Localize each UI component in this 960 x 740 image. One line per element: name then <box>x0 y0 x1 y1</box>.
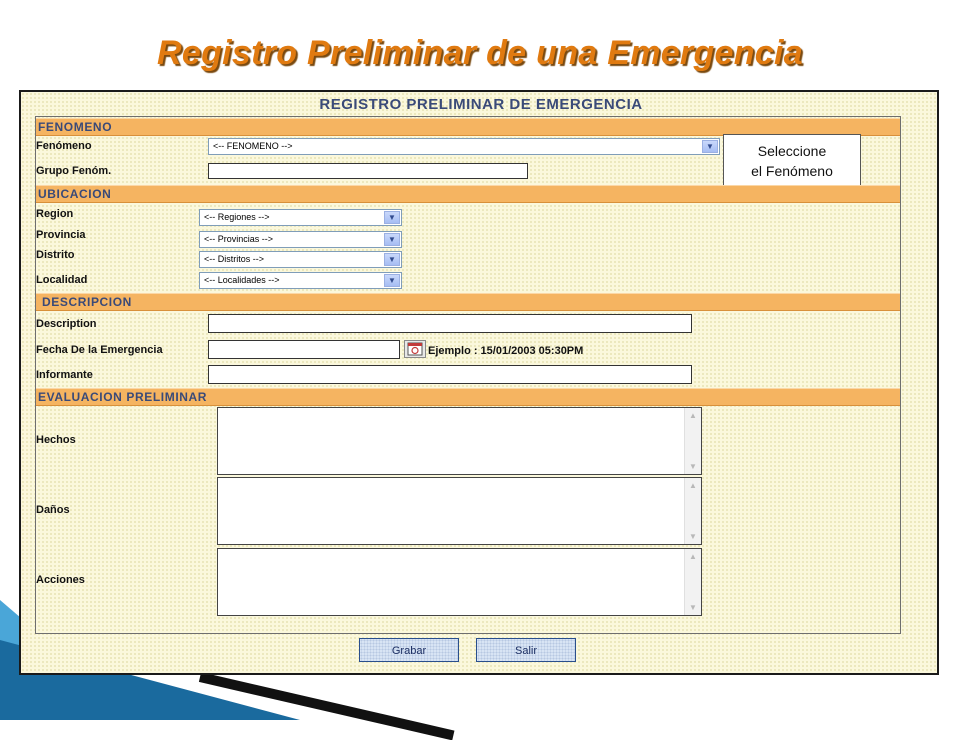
tooltip-line1: Seleccione <box>757 143 827 159</box>
description-field[interactable] <box>208 314 692 333</box>
slide-title: Registro Preliminar de una Emergencia <box>157 34 803 72</box>
tooltip-line2: el Fenómeno <box>751 163 833 179</box>
fecha-label: Fecha De la Emergencia <box>36 344 163 356</box>
tooltip: Seleccione el Fenómeno <box>723 134 861 186</box>
region-select-value: <-- Regiones --> <box>204 212 270 222</box>
salir-button[interactable]: Salir <box>476 638 576 662</box>
scroll-up-icon[interactable]: ▲ <box>686 409 700 422</box>
calendar-button[interactable] <box>404 340 426 358</box>
informante-field[interactable] <box>208 365 692 384</box>
region-select[interactable]: <-- Regiones --> ▼ <box>199 209 402 226</box>
scroll-down-icon[interactable]: ▼ <box>686 601 700 614</box>
region-label: Region <box>36 208 74 220</box>
chevron-down-icon[interactable]: ▼ <box>384 233 400 246</box>
chevron-down-icon[interactable]: ▼ <box>384 253 400 266</box>
scrollbar[interactable]: ▲ ▼ <box>684 549 701 615</box>
informante-label: Informante <box>36 369 93 381</box>
scroll-up-icon[interactable]: ▲ <box>686 479 700 492</box>
localidad-select-value: <-- Localidades --> <box>204 275 280 285</box>
acciones-label: Acciones <box>36 574 85 586</box>
scroll-down-icon[interactable]: ▼ <box>686 460 700 473</box>
provincia-select[interactable]: <-- Provincias --> ▼ <box>199 231 402 248</box>
chevron-down-icon[interactable]: ▼ <box>384 211 400 224</box>
danos-label: Daños <box>36 504 70 516</box>
localidad-label: Localidad <box>36 274 88 286</box>
fecha-example: Ejemplo : 15/01/2003 05:30PM <box>428 345 584 357</box>
distrito-select-value: <-- Distritos --> <box>204 254 265 264</box>
scrollbar[interactable]: ▲ ▼ <box>684 408 701 474</box>
fenomeno-select-value: <-- FENOMENO --> <box>213 141 293 151</box>
fecha-field[interactable] <box>208 340 400 359</box>
description-label: Description <box>36 318 97 330</box>
grabar-button[interactable]: Grabar <box>359 638 459 662</box>
scrollbar[interactable]: ▲ ▼ <box>684 478 701 544</box>
section-descripcion: DESCRIPCION <box>36 293 900 311</box>
chevron-down-icon[interactable]: ▼ <box>702 140 718 153</box>
section-ubicacion: UBICACION <box>36 185 900 203</box>
fenomeno-select[interactable]: <-- FENOMENO --> ▼ <box>208 138 720 155</box>
provincia-label: Provincia <box>36 229 86 241</box>
fenomeno-label: Fenómeno <box>36 140 92 152</box>
scroll-up-icon[interactable]: ▲ <box>686 550 700 563</box>
chevron-down-icon[interactable]: ▼ <box>384 274 400 287</box>
acciones-textarea[interactable]: ▲ ▼ <box>217 548 702 616</box>
calendar-icon <box>407 342 423 356</box>
scroll-down-icon[interactable]: ▼ <box>686 530 700 543</box>
section-evaluacion: EVALUACION PRELIMINAR <box>36 388 900 406</box>
hechos-label: Hechos <box>36 434 76 446</box>
distrito-label: Distrito <box>36 249 75 261</box>
grupo-label: Grupo Fenóm. <box>36 165 112 177</box>
form-heading: REGISTRO PRELIMINAR DE EMERGENCIA <box>319 96 643 113</box>
danos-textarea[interactable]: ▲ ▼ <box>217 477 702 545</box>
grupo-field[interactable] <box>208 163 528 179</box>
form-window: REGISTRO PRELIMINAR DE EMERGENCIA FENOME… <box>19 90 939 675</box>
localidad-select[interactable]: <-- Localidades --> ▼ <box>199 272 402 289</box>
hechos-textarea[interactable]: ▲ ▼ <box>217 407 702 475</box>
distrito-select[interactable]: <-- Distritos --> ▼ <box>199 251 402 268</box>
provincia-select-value: <-- Provincias --> <box>204 234 274 244</box>
